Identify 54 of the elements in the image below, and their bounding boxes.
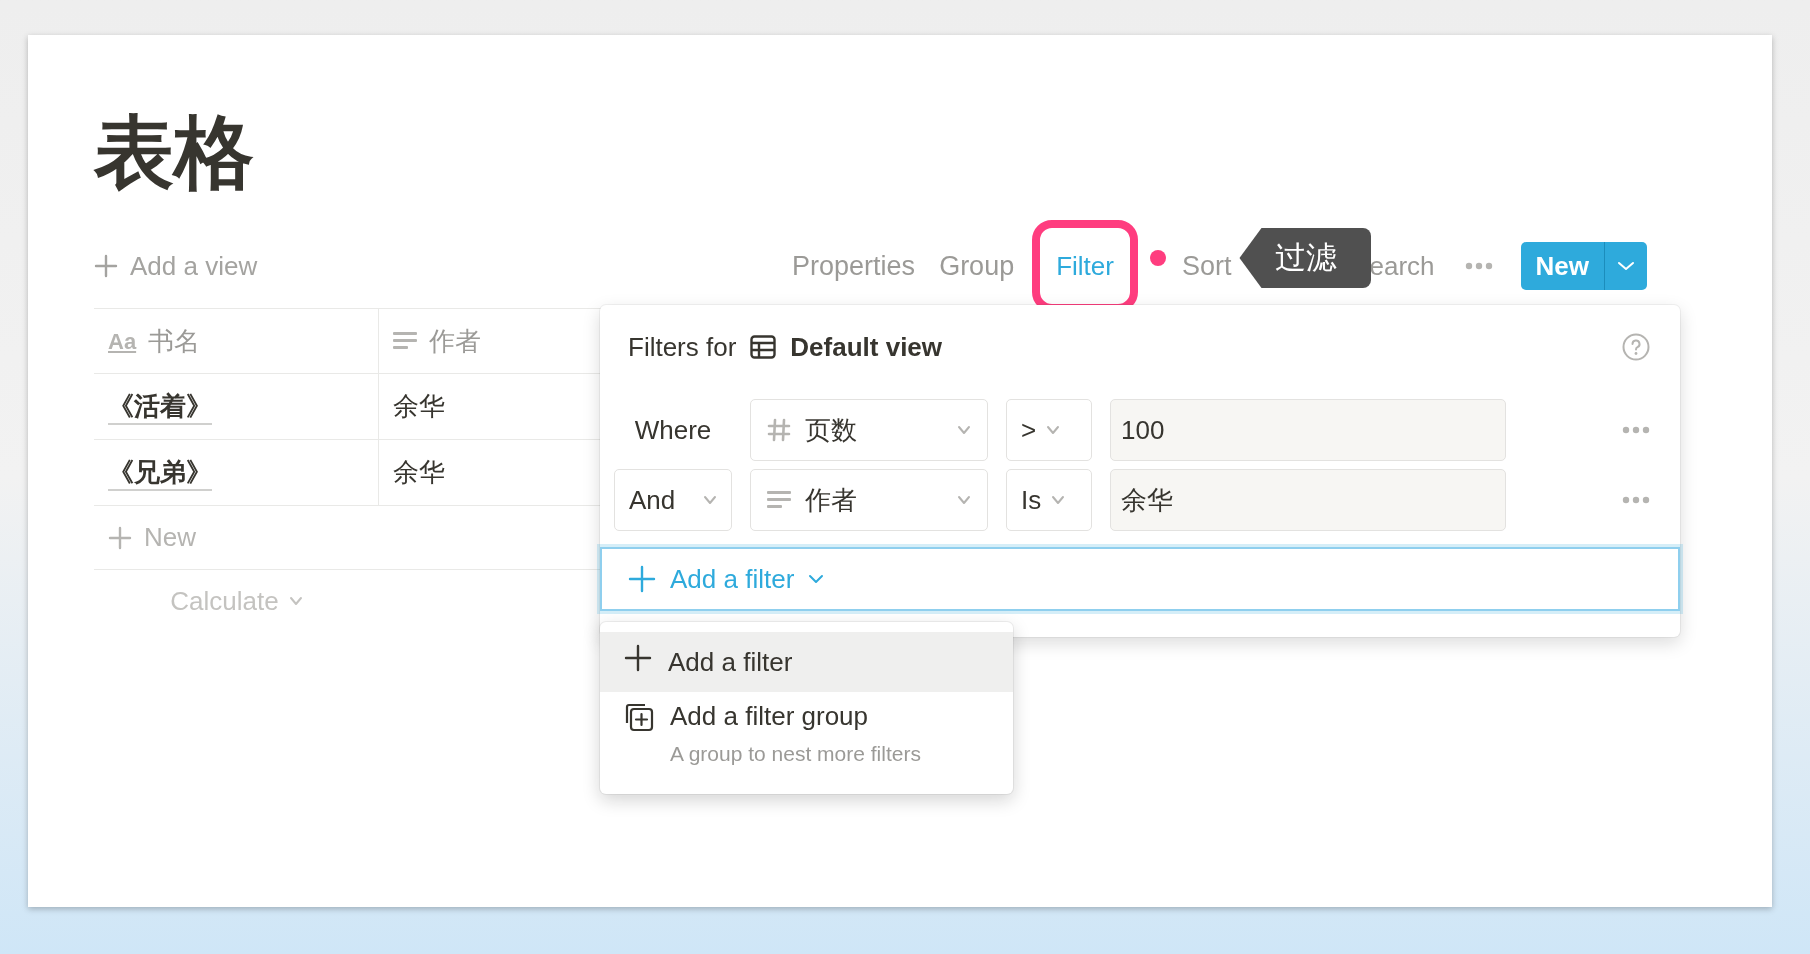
operator-select[interactable]: >	[1006, 399, 1092, 461]
menu-item-label: Add a filter group	[670, 700, 869, 733]
plus-icon	[108, 525, 132, 550]
value-field[interactable]: 100	[1110, 399, 1506, 461]
table-cell-text: 余华	[393, 456, 445, 489]
table-cell-text: 余华	[393, 390, 445, 423]
column-header[interactable]: Aa 书名	[94, 309, 379, 373]
menu-item-label: Add a filter	[668, 646, 793, 679]
toolbar-tab[interactable]: Filter	[1056, 246, 1114, 286]
chevron-down-icon	[808, 574, 825, 584]
help-icon	[1622, 333, 1650, 361]
more-dots-icon	[1464, 262, 1493, 270]
text-lines-icon	[393, 331, 417, 351]
table-cell[interactable]: 《兄弟》	[108, 453, 212, 492]
chevron-down-icon	[957, 495, 971, 505]
toolbar-tab[interactable]: Group	[927, 245, 1027, 287]
text-lines-icon	[767, 490, 791, 510]
more-dots-icon	[1622, 426, 1650, 434]
add-filter-button[interactable]: Add a filter	[600, 547, 1680, 611]
search-button[interactable]: earch	[1369, 246, 1435, 286]
operator-select[interactable]: Is	[1006, 469, 1092, 531]
chevron-down-icon	[1046, 425, 1061, 435]
table-cell[interactable]: 《活着》	[108, 387, 212, 426]
conjunction-label: Where	[634, 413, 712, 447]
annotation-dot	[1149, 250, 1166, 266]
more-dots-icon	[1622, 496, 1650, 504]
chevron-down-icon	[1051, 495, 1066, 505]
property-select[interactable]: 页数	[750, 399, 988, 461]
chevron-down-icon	[703, 495, 717, 505]
conjunction-select[interactable]: And	[614, 469, 732, 531]
column-header[interactable]: 作者	[379, 309, 599, 373]
menu-item[interactable]: Add a filter group A group to nest more filters	[600, 692, 1013, 784]
view-name: Default view	[790, 330, 943, 364]
value-field[interactable]: 余华	[1110, 469, 1506, 531]
panel-title: Filters for	[628, 330, 737, 364]
plus-icon	[624, 644, 652, 672]
table-icon	[750, 335, 777, 359]
annotation-tooltip: 过滤	[1239, 228, 1372, 288]
new-row-button[interactable]: New	[108, 518, 196, 557]
calculate-button[interactable]: Calculate	[170, 581, 303, 621]
chevron-down-icon	[957, 425, 971, 435]
plus-icon	[94, 254, 118, 278]
chevron-down-icon	[1617, 261, 1635, 271]
filter-group-icon	[624, 702, 654, 732]
title-type-icon: Aa	[108, 324, 137, 358]
hash-icon	[767, 418, 791, 442]
chevron-down-icon	[288, 596, 303, 606]
property-select[interactable]: 作者	[750, 469, 988, 531]
plus-icon	[628, 565, 656, 593]
menu-item-description: A group to nest more filters	[670, 741, 921, 767]
menu-item[interactable]: Add a filter	[600, 632, 1013, 692]
toolbar-tab[interactable]: Properties	[780, 245, 928, 287]
add-view-button[interactable]: Add a view	[94, 246, 258, 286]
page-title: 表格	[94, 107, 254, 199]
